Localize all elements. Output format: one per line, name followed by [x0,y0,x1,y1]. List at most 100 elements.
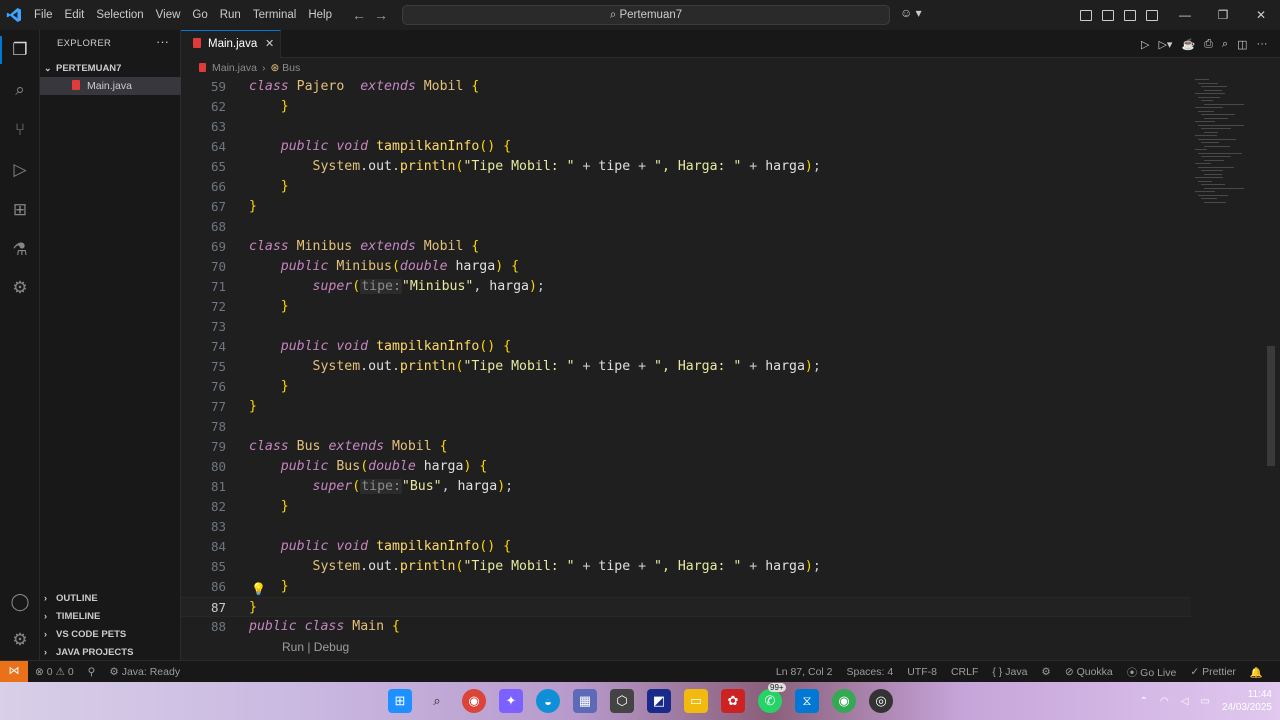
code-line[interactable]: 84 public void tampilkanInfo() { [181,537,1191,557]
copilot-icon[interactable]: ☺ ▾ [900,6,928,24]
codelens[interactable]: Run | Debug [181,637,1191,657]
code-line[interactable]: 76 } [181,377,1191,397]
app-icon[interactable]: ◩ [647,689,671,713]
code-line[interactable]: 87} [181,597,1191,617]
go-live-button[interactable]: ⦿ Go Live [1120,665,1184,680]
breadcrumb-symbol[interactable]: Bus [282,62,300,74]
settings-gear-icon[interactable]: ⚙ [8,628,32,652]
java-status[interactable]: ⚙ Java: Ready [102,666,187,678]
run-icon[interactable]: ▷ [1141,38,1149,51]
more-actions-icon[interactable]: ··· [1257,38,1268,50]
code-line[interactable]: 86 } 💡 [181,577,1191,597]
vscode-taskbar-icon[interactable]: ⧖ [795,689,819,713]
java-icon[interactable]: ☕ [1181,38,1195,51]
code-line[interactable]: 71 super(tipe:"Minibus", harga); [181,277,1191,297]
code-line[interactable]: 68 [181,217,1191,237]
chrome-profile-icon[interactable]: ◉ [832,689,856,713]
more-actions-icon[interactable]: ··· [156,34,169,49]
menu-file[interactable]: File [28,0,59,30]
debug-run-icon[interactable]: ▷▾ [1158,38,1172,51]
line-ending[interactable]: CRLF [944,666,985,678]
command-center[interactable]: ⌕ Pertemuan7 [402,5,890,25]
code-line[interactable]: 65 System.out.println("Tipe Mobil: " + t… [181,157,1191,177]
store-icon[interactable]: ▦ [573,689,597,713]
menu-selection[interactable]: Selection [90,0,149,30]
panel-vscode-pets[interactable]: › VS CODE PETS [44,625,126,643]
code-line[interactable]: 82 } [181,497,1191,517]
code-line[interactable]: 78 [181,417,1191,437]
ports-icon[interactable]: ⚲ [81,666,103,678]
code-line[interactable]: 73 [181,317,1191,337]
obs-icon[interactable]: ◎ [869,689,893,713]
encoding[interactable]: UTF-8 [900,666,944,678]
code-line[interactable]: 66 } [181,177,1191,197]
file-explorer-icon[interactable]: ▭ [684,689,708,713]
menu-run[interactable]: Run [214,0,247,30]
code-line[interactable]: 77} [181,397,1191,417]
language-mode[interactable]: { } Java [985,666,1034,678]
toggle-secondary-sidebar-icon[interactable] [1146,9,1158,21]
code-line[interactable]: 75 System.out.println("Tipe Mobil: " + t… [181,357,1191,377]
close-window-icon[interactable]: ✕ [1242,0,1280,30]
code-line[interactable]: 67} [181,197,1191,217]
menu-view[interactable]: View [150,0,187,30]
panel-timeline[interactable]: › TIMELINE [44,607,100,625]
code-line[interactable]: 85 System.out.println("Tipe Mobil: " + t… [181,557,1191,577]
wifi-icon[interactable]: ◠ [1160,696,1169,707]
customize-layout-icon[interactable] [1080,9,1092,21]
search-icon[interactable]: ⌕ [8,78,32,102]
panel-outline[interactable]: › OUTLINE [44,589,98,607]
java-projects-icon[interactable]: ⚙ [8,276,32,300]
windows-start-icon[interactable]: ⊞ [388,689,412,713]
chrome-icon[interactable]: ◉ [462,689,486,713]
vertical-scrollbar[interactable] [1267,346,1275,466]
notifications-bell-icon[interactable]: 🔔 [1243,666,1270,679]
split-editor-icon[interactable]: ◫ [1237,38,1247,51]
minimap[interactable] [1191,77,1271,660]
show-hidden-icons-icon[interactable]: ⌃ [1140,696,1148,707]
indentation[interactable]: Spaces: 4 [840,666,901,678]
search-preview-icon[interactable]: ⌕ [1222,38,1228,51]
lightbulb-icon[interactable]: 💡 [251,579,266,599]
code-line[interactable]: 59 class Pajero extends Mobil { [181,77,1191,97]
toggle-sidebar-icon[interactable] [1102,9,1114,21]
file-main-java[interactable]: Main.java [40,77,181,95]
code-line[interactable]: 81 super(tipe:"Bus", harga); [181,477,1191,497]
copilot-app-icon[interactable]: ✦ [499,689,523,713]
code-line[interactable]: 72 } [181,297,1191,317]
toggle-panel-icon[interactable] [1124,9,1136,21]
panel-java-projects[interactable]: › JAVA PROJECTS [44,643,133,661]
explorer-icon[interactable]: ❐ [8,38,32,62]
taskbar-search-icon[interactable]: ⌕ [425,689,449,713]
settings-app-icon[interactable]: ⬡ [610,689,634,713]
menu-go[interactable]: Go [186,0,213,30]
clock[interactable]: 11:44 24/03/2025 [1222,688,1272,714]
code-editor[interactable]: 59 class Pajero extends Mobil {62 } 63 64 p… [181,77,1191,660]
run-debug-icon[interactable]: ▷ [8,158,32,182]
code-line[interactable]: 80 public Bus(double harga) { [181,457,1191,477]
testing-icon[interactable]: ⚗ [8,238,32,262]
volume-icon[interactable]: ◁ [1181,696,1189,707]
code-line[interactable]: 70 public Minibus(double harga) { [181,257,1191,277]
prettier-status[interactable]: ✓ Prettier [1183,666,1243,678]
quokka-status[interactable]: ⊘ Quokka [1058,666,1120,678]
menu-edit[interactable]: Edit [59,0,91,30]
tab-main-java[interactable]: Main.java ✕ [181,30,281,58]
code-line[interactable]: 88 public class Main { [181,617,1191,637]
folder-pertemuan7[interactable]: ⌄ PERTEMUAN7 [40,60,181,76]
feedback-icon[interactable]: ⚙ [1034,666,1057,678]
source-control-icon[interactable]: ⑂ [8,118,32,142]
menu-terminal[interactable]: Terminal [247,0,302,30]
cursor-position[interactable]: Ln 87, Col 2 [769,666,840,678]
code-line[interactable]: 62 } [181,97,1191,117]
problems-indicator[interactable]: ⊗ 0 ⚠ 0 [28,666,81,678]
forward-arrow-icon[interactable]: → [374,7,388,23]
breadcrumb-file[interactable]: Main.java [212,62,257,74]
code-line[interactable]: 64 public void tampilkanInfo() { [181,137,1191,157]
code-line[interactable]: 69 class Minibus extends Mobil { [181,237,1191,257]
menu-help[interactable]: Help [302,0,338,30]
back-arrow-icon[interactable]: ← [352,7,366,23]
accounts-icon[interactable]: ◯ [8,590,32,614]
code-line[interactable]: 79 class Bus extends Mobil { [181,437,1191,457]
code-line[interactable]: 74 public void tampilkanInfo() { [181,337,1191,357]
